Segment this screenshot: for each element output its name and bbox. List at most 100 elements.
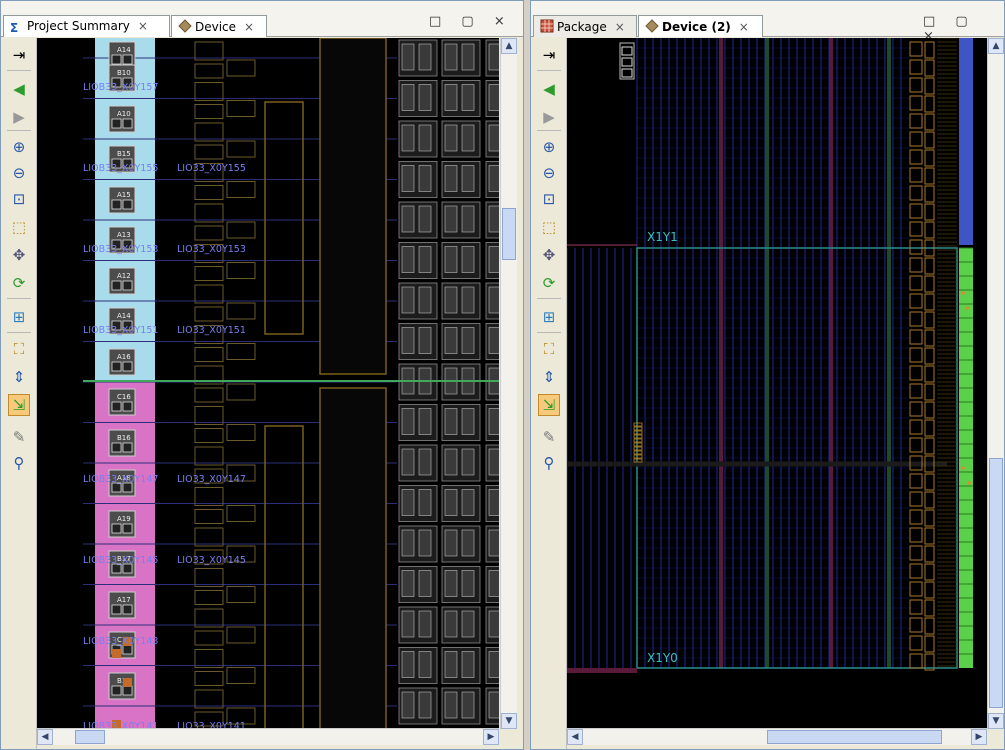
tab-device[interactable]: Device ×	[171, 15, 267, 37]
dsp-tile	[924, 41, 935, 59]
slice-cell	[418, 651, 432, 678]
scroll-thumb[interactable]	[502, 208, 516, 260]
select-area-icon[interactable]: ⬚	[8, 216, 30, 238]
refresh-icon[interactable]: ⟳	[538, 272, 560, 294]
io-pin-cell	[122, 361, 133, 372]
close-icon[interactable]: ×	[138, 19, 148, 33]
slice-cell	[444, 489, 458, 516]
slice-cell	[444, 286, 458, 314]
vertical-scrollbar[interactable]: ▲ ▼	[500, 38, 517, 729]
scroll-right-icon[interactable]: ▶	[483, 729, 499, 745]
pin-icon[interactable]: ✎	[8, 426, 30, 448]
select-area-icon[interactable]: ⬚	[538, 216, 560, 238]
pin-icon[interactable]: ✎	[538, 426, 560, 448]
dsp-tile	[924, 77, 935, 95]
pin-label: B16	[117, 434, 131, 442]
scroll-right-icon[interactable]: ▶	[971, 729, 987, 745]
device-canvas[interactable]: A14 B10 A10 B15 A15 A13 A12 A14 A16 C16 B16 A18 A19 B…	[37, 38, 499, 729]
route-icon[interactable]: ⛶	[8, 338, 30, 360]
bram-tile	[909, 347, 923, 363]
fit-selection-icon[interactable]: ✥	[538, 244, 560, 266]
dsp-tile	[924, 545, 935, 563]
dsp-tile	[924, 563, 935, 581]
clb-block	[264, 101, 304, 335]
bram-tile	[909, 239, 923, 255]
slice-cell	[444, 43, 458, 71]
forward-arrow-icon[interactable]: ▶	[538, 106, 560, 128]
pin-label: A19	[117, 515, 131, 523]
add-pblock-icon[interactable]: ⊞	[8, 306, 30, 328]
scroll-thumb[interactable]	[989, 458, 1003, 708]
expand-icon[interactable]: ⇥	[538, 44, 560, 66]
io-site	[633, 454, 643, 459]
device-toolbar: ⇥ ◀ ▶ ⊕ ⊖ ⊡ ⬚ ✥ ⟳ ⊞ ⛶ ⇕ ⇲ ✎ ⚲	[531, 38, 567, 749]
io-site	[633, 422, 643, 427]
search-icon[interactable]: ⚲	[8, 452, 30, 474]
add-pblock-icon[interactable]: ⊞	[538, 306, 560, 328]
slice-cell	[444, 84, 458, 111]
interconnect-tile	[194, 406, 224, 425]
scroll-thumb[interactable]	[75, 730, 105, 744]
mark-icon[interactable]: ⇲	[8, 394, 30, 416]
slice-cell	[401, 165, 415, 192]
refresh-icon[interactable]: ⟳	[8, 272, 30, 294]
scroll-up-icon[interactable]: ▲	[501, 38, 517, 54]
search-icon[interactable]: ⚲	[538, 452, 560, 474]
bram-tile	[909, 41, 923, 57]
interconnect-tile	[194, 487, 224, 506]
zoom-in-icon[interactable]: ⊕	[538, 136, 560, 158]
zoom-out-icon[interactable]: ⊖	[538, 162, 560, 184]
horizontal-scrollbar[interactable]: ◀ ▶	[567, 728, 987, 745]
site-label: LIO33_X0Y153	[177, 244, 246, 255]
fit-selection-icon[interactable]: ✥	[8, 244, 30, 266]
dsp-tile	[924, 203, 935, 221]
dsp-tile	[924, 59, 935, 77]
placed-cell	[112, 649, 121, 658]
dsp-tile	[924, 329, 935, 347]
zoom-out-icon[interactable]: ⊖	[8, 162, 30, 184]
io-pin-cell	[111, 54, 122, 65]
interconnect-tile	[226, 343, 256, 360]
slice-cell	[418, 610, 432, 638]
scroll-down-icon[interactable]: ▼	[501, 713, 517, 729]
slice-cell	[444, 165, 458, 192]
window-controls[interactable]: □ ▢ ×	[429, 14, 513, 29]
scroll-up-icon[interactable]: ▲	[988, 38, 1004, 54]
zoom-fit-icon[interactable]: ⊡	[538, 188, 560, 210]
slice-cell	[488, 205, 499, 233]
forward-arrow-icon[interactable]: ▶	[8, 106, 30, 128]
move-icon[interactable]: ⇕	[8, 366, 30, 388]
back-arrow-icon[interactable]: ◀	[8, 78, 30, 100]
scroll-thumb[interactable]	[767, 730, 942, 744]
move-icon[interactable]: ⇕	[538, 366, 560, 388]
slice-cell	[444, 327, 458, 354]
horizontal-scrollbar[interactable]: ◀ ▶	[37, 728, 499, 745]
expand-icon[interactable]: ⇥	[8, 44, 30, 66]
dsp-tile	[924, 617, 935, 635]
back-arrow-icon[interactable]: ◀	[538, 78, 560, 100]
scroll-left-icon[interactable]: ◀	[37, 729, 53, 745]
io-pin-cell	[111, 118, 122, 129]
tab-device-2[interactable]: Device (2) ×	[638, 15, 763, 37]
vertical-scrollbar[interactable]: ▲ ▼	[987, 38, 1004, 729]
scroll-down-icon[interactable]: ▼	[988, 713, 1004, 729]
mark-icon[interactable]: ⇲	[538, 394, 560, 416]
tab-package[interactable]: Package ×	[533, 15, 637, 37]
close-icon[interactable]: ×	[615, 20, 625, 34]
slice-cell	[401, 489, 415, 516]
zoom-fit-icon[interactable]: ⊡	[8, 188, 30, 210]
device-canvas[interactable]: X1Y1 X1Y0	[567, 38, 987, 729]
bram-tile	[909, 491, 923, 507]
tab-bar: Package × Device (2) × □ ▢ ×	[531, 1, 1004, 44]
pin-label: A14	[117, 312, 131, 320]
slice-cell	[418, 529, 432, 557]
tab-project-summary[interactable]: Σ Project Summary ×	[3, 15, 170, 37]
slice-cell	[461, 570, 475, 597]
scroll-left-icon[interactable]: ◀	[567, 729, 583, 745]
close-icon[interactable]: ×	[244, 20, 254, 34]
route-icon[interactable]: ⛶	[538, 338, 560, 360]
bram-tile	[909, 311, 923, 327]
close-icon[interactable]: ×	[739, 20, 749, 34]
zoom-in-icon[interactable]: ⊕	[8, 136, 30, 158]
pin-label: A15	[117, 191, 131, 199]
